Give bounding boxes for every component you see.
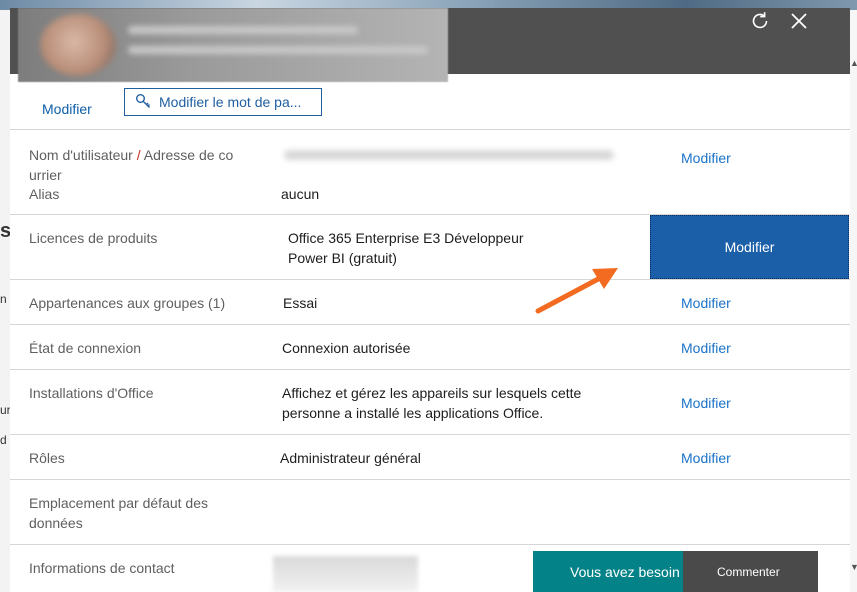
edit-licenses-button[interactable]: Modifier (650, 215, 849, 279)
row-roles: Rôles Administrateur général Modifier (10, 434, 850, 480)
signin-status-label: État de connexion (29, 340, 142, 356)
row-office-installs: Installations d'Office Affichez et gérez… (10, 369, 850, 435)
office-installs-value: Affichez et gérez les appareils sur lesq… (282, 385, 582, 401)
roles-value: Administrateur général (280, 450, 421, 466)
edit-roles-link[interactable]: Modifier (681, 448, 731, 468)
feedback-button[interactable]: Commenter (683, 551, 818, 592)
user-details-panel: Modifier Modifier le mot de pa... Nom d'… (10, 8, 850, 592)
scroll-up-icon[interactable]: ▲ (850, 58, 857, 68)
row-signin-status: État de connexion Connexion autorisée Mo… (10, 324, 850, 370)
licenses-label: Licences de produits (29, 230, 158, 246)
office-installs-value: personne a installé les applications Off… (282, 405, 544, 421)
roles-label: Rôles (29, 450, 65, 466)
contact-info-label: Informations de contact (29, 560, 175, 576)
annotation-arrow-icon (535, 268, 618, 314)
scrollbar[interactable]: ▲ ▼ (850, 10, 857, 592)
groups-value: Essai (283, 295, 318, 311)
edit-username-link[interactable]: Modifier (681, 148, 731, 168)
edit-groups-link[interactable]: Modifier (681, 293, 731, 313)
license-item: Power BI (gratuit) (288, 250, 397, 266)
edit-office-installs-link[interactable]: Modifier (681, 393, 731, 413)
data-location-label: données (29, 515, 83, 531)
alias-value: aucun (281, 186, 320, 202)
row-data-location: Emplacement par défaut des données (10, 479, 850, 545)
edit-button[interactable]: Modifier (42, 101, 92, 117)
scroll-down-icon[interactable]: ▼ (850, 562, 857, 572)
data-location-label: Emplacement par défaut des (29, 495, 208, 511)
alias-label: Alias (29, 186, 60, 202)
change-password-label: Modifier le mot de pa... (159, 94, 302, 110)
help-button[interactable]: Vous avez besoin d'aide ? (533, 551, 732, 592)
username-label: Nom d'utilisateur / Adresse de co urrier (29, 147, 234, 183)
groups-label: Appartenances aux groupes (1) (29, 295, 226, 311)
key-icon (135, 93, 151, 112)
license-item: Office 365 Enterprise E3 Développeur (288, 230, 524, 246)
refresh-icon[interactable] (745, 8, 775, 34)
contact-value-redacted (273, 556, 418, 592)
change-password-button[interactable]: Modifier le mot de pa... (124, 88, 322, 116)
user-identity-redacted (18, 8, 448, 82)
signin-status-value: Connexion autorisée (282, 340, 411, 356)
avatar (40, 14, 116, 76)
edit-signin-link[interactable]: Modifier (681, 338, 731, 358)
panel-toolbar: Modifier Modifier le mot de pa... (10, 82, 850, 130)
office-installs-label: Installations d'Office (29, 385, 154, 401)
close-icon[interactable] (784, 8, 814, 34)
username-value-redacted (284, 150, 614, 160)
row-groups: Appartenances aux groupes (1) Essai Modi… (10, 279, 850, 325)
row-licenses: Licences de produits Office 365 Enterpri… (10, 214, 850, 280)
row-username: Nom d'utilisateur / Adresse de co urrier… (10, 129, 850, 215)
